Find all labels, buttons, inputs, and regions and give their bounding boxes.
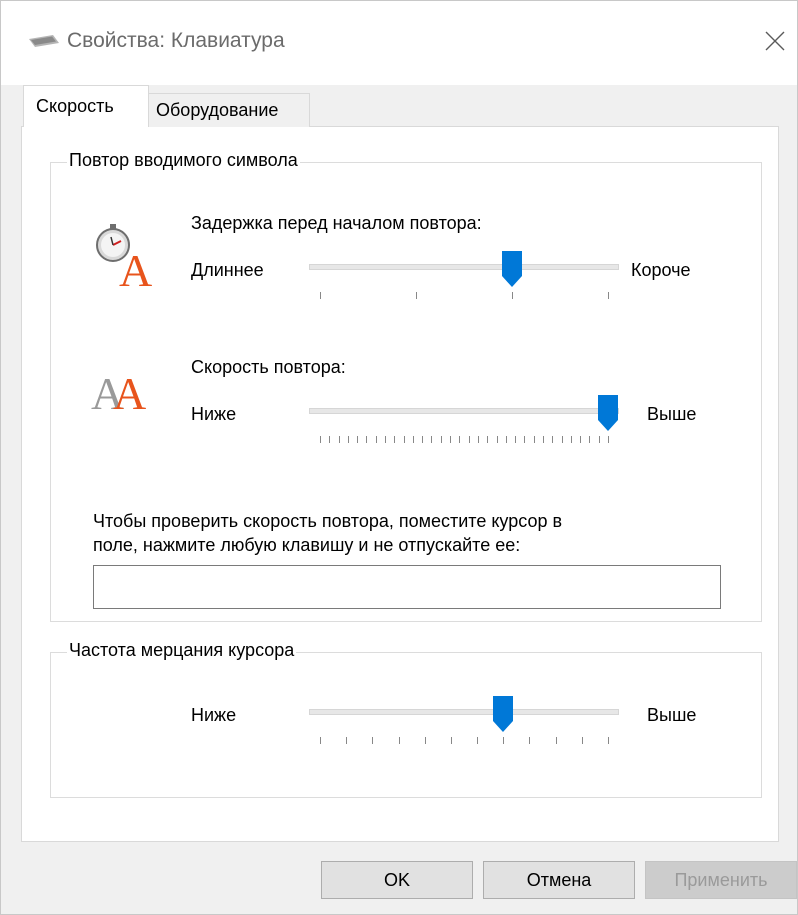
slider-tick <box>424 737 426 744</box>
slider-tick <box>346 737 348 744</box>
slider-tick <box>431 436 433 443</box>
repeat-rate-label: Скорость повтора: <box>191 357 346 377</box>
repeat-rate-thumb[interactable] <box>597 394 619 432</box>
slider-tick <box>581 737 583 744</box>
slider-tick <box>320 292 321 299</box>
slider-tick <box>512 292 513 299</box>
slider-tick <box>375 436 377 443</box>
repeat-rate-max-label: Выше <box>647 404 697 424</box>
slider-tick <box>403 436 405 443</box>
repeat-test-instruction-1: Чтобы проверить скорость повтора, помест… <box>93 511 563 531</box>
repeat-group: Повтор вводимого символа A Задержка пере… <box>50 150 762 622</box>
tab-hardware-label: Оборудование <box>156 100 279 120</box>
repeat-group-label: Повтор вводимого символа <box>67 150 300 171</box>
tab-speed[interactable]: Скорость <box>23 85 149 127</box>
slider-tick <box>487 436 489 443</box>
slider-tick <box>503 737 505 744</box>
repeat-rate-icon: A A <box>91 368 146 415</box>
slider-tick <box>505 436 507 443</box>
slider-tick <box>329 436 331 443</box>
slider-tick <box>366 436 368 443</box>
keyboard-properties-window: Свойства: Клавиатура Скорость Оборудован… <box>0 0 798 915</box>
slider-tick <box>570 436 572 443</box>
apply-button[interactable]: Применить <box>645 861 797 899</box>
keyboard-icon <box>29 35 59 47</box>
slider-tick <box>529 737 531 744</box>
slider-tick <box>372 737 374 744</box>
tab-speed-label: Скорость <box>36 96 114 116</box>
close-icon <box>765 31 785 51</box>
slider-tick <box>555 737 557 744</box>
cancel-button[interactable]: Отмена <box>483 861 635 899</box>
repeat-delay-thumb[interactable] <box>501 250 523 288</box>
cursor-blink-group-label: Частота мерцания курсора <box>67 640 297 661</box>
slider-tick <box>533 436 535 443</box>
close-button[interactable] <box>753 19 797 63</box>
cursor-blink-max-label: Выше <box>647 705 697 725</box>
slider-tick <box>320 737 321 744</box>
slider-tick <box>459 436 461 443</box>
slider-tick <box>416 292 417 299</box>
slider-tick <box>608 436 609 443</box>
repeat-test-instruction-2: поле, нажмите любую клавишу и не отпуска… <box>93 535 521 555</box>
slider-tick <box>561 436 563 443</box>
slider-tick <box>468 436 470 443</box>
cursor-blink-thumb[interactable] <box>492 695 514 733</box>
slider-tick <box>542 436 544 443</box>
cursor-blink-min-label: Ниже <box>191 705 237 725</box>
window-title: Свойства: Клавиатура <box>67 29 285 52</box>
slider-tick <box>515 436 517 443</box>
slider-tick <box>589 436 591 443</box>
repeat-rate-track[interactable] <box>309 408 619 414</box>
svg-text:A: A <box>113 368 146 415</box>
slider-tick <box>347 436 349 443</box>
slider-tick <box>385 436 387 443</box>
title-bar[interactable]: Свойства: Клавиатура <box>1 1 797 85</box>
slider-tick <box>422 436 424 443</box>
slider-tick <box>552 436 554 443</box>
slider-tick <box>608 737 609 744</box>
slider-tick <box>412 436 414 443</box>
slider-tick <box>524 436 526 443</box>
repeat-delay-track[interactable] <box>309 264 619 270</box>
slider-tick <box>440 436 442 443</box>
repeat-delay-icon: A <box>96 224 152 289</box>
repeat-delay-max-label: Короче <box>631 260 691 280</box>
slider-tick <box>598 436 600 443</box>
slider-tick <box>450 436 452 443</box>
svg-text:A: A <box>119 245 152 289</box>
slider-tick <box>450 737 452 744</box>
slider-tick <box>496 436 498 443</box>
tab-panel-speed: Повтор вводимого символа A Задержка пере… <box>21 126 779 842</box>
slider-tick <box>394 436 396 443</box>
slider-tick <box>477 737 479 744</box>
repeat-delay-min-label: Длиннее <box>191 260 264 280</box>
slider-tick <box>477 436 479 443</box>
slider-tick <box>320 436 321 443</box>
slider-tick <box>357 436 359 443</box>
cursor-blink-group: Частота мерцания курсора Ниже Выше <box>50 640 762 798</box>
tab-hardware[interactable]: Оборудование <box>147 93 310 127</box>
slider-tick <box>338 436 340 443</box>
repeat-rate-min-label: Ниже <box>191 404 237 424</box>
slider-tick <box>608 292 609 299</box>
ok-button[interactable]: OK <box>321 861 473 899</box>
slider-tick <box>398 737 400 744</box>
slider-tick <box>580 436 582 443</box>
cursor-blink-track[interactable] <box>309 709 619 715</box>
repeat-delay-label: Задержка перед началом повтора: <box>191 213 482 233</box>
repeat-test-input[interactable] <box>93 565 721 609</box>
